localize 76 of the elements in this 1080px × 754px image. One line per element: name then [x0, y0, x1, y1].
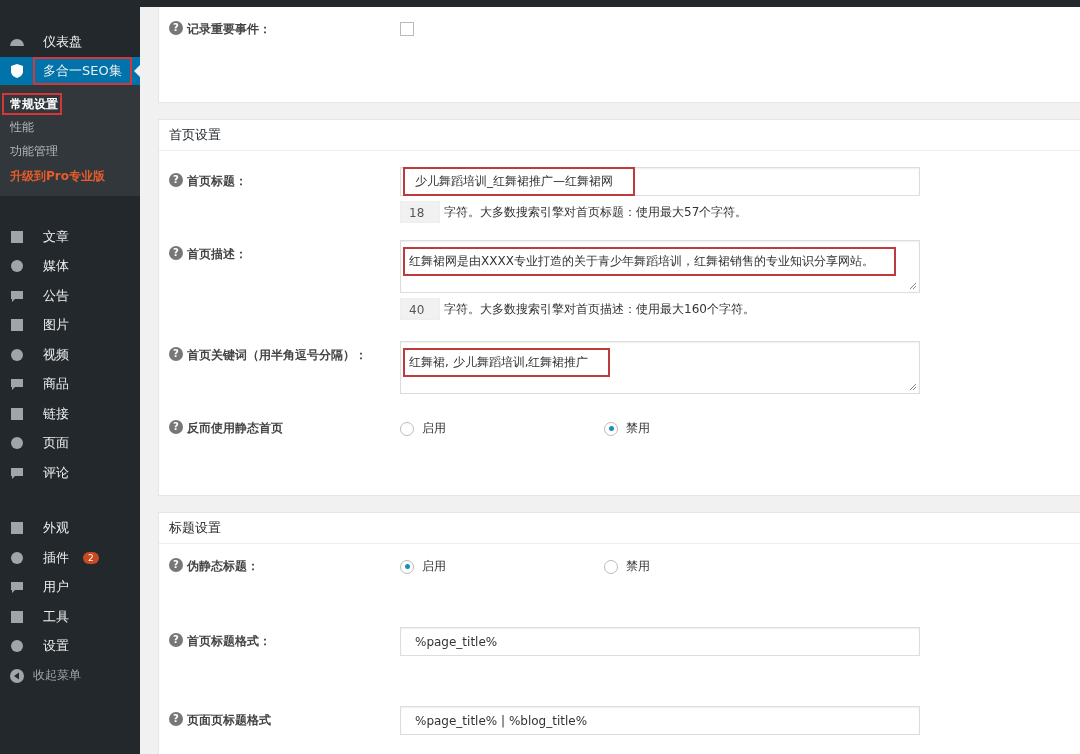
help-icon[interactable]: ? — [169, 633, 183, 647]
menu-label: 设置 — [42, 637, 70, 656]
menu-item[interactable]: 链接 — [0, 399, 140, 429]
menu-label: 工具 — [42, 607, 70, 626]
field-label: 页面页标题格式 — [187, 712, 271, 729]
menu-label: 视频 — [42, 345, 70, 364]
radio-option[interactable]: 启用 — [400, 420, 604, 437]
menu-item[interactable]: 仪表盘 — [0, 27, 140, 57]
radio-label: 禁用 — [626, 420, 650, 437]
menu-item[interactable]: 媒体 — [0, 251, 140, 281]
menu-item[interactable]: 公告 — [0, 281, 140, 311]
menu-label: 链接 — [42, 404, 70, 423]
field-label: 首页标题格式： — [187, 633, 271, 650]
menu-item[interactable]: 评论 — [0, 458, 140, 488]
menu-label: 页面 — [42, 434, 70, 453]
menu-item[interactable]: 文章 — [0, 222, 140, 252]
radio-option[interactable]: 禁用 — [604, 558, 808, 575]
menu-item[interactable]: 视频 — [0, 340, 140, 370]
menu-label: 媒体 — [42, 257, 70, 276]
help-icon[interactable]: ? — [169, 558, 183, 572]
menu-label: 外观 — [42, 519, 70, 538]
menu-item[interactable]: 设置 — [0, 631, 140, 661]
counter-note: 字符。大多数搜索引擎对首页标题：使用最大57个字符。 — [444, 203, 748, 221]
field-label: 首页描述： — [187, 246, 247, 263]
panel-title: 首页设置 — [159, 120, 1080, 151]
resize-grip-icon — [909, 282, 917, 290]
menu-label: 文章 — [42, 227, 70, 246]
collapse-menu-button[interactable]: 收起菜单 — [0, 661, 140, 691]
update-count-badge: 2 — [83, 551, 99, 564]
radio-label: 启用 — [422, 558, 446, 575]
character-count: 40 — [400, 298, 440, 320]
character-count: 18 — [400, 201, 440, 223]
field-label: 首页关键词（用半角逗号分隔）： — [187, 347, 367, 364]
textarea-field[interactable]: 红舞裙网是由XXXX专业打造的关于青少年舞蹈培训，红舞裙销售的专业知识分享网站。 — [400, 240, 920, 293]
radio-option[interactable]: 启用 — [400, 558, 604, 575]
menu-label: 图片 — [42, 316, 70, 335]
help-icon[interactable]: ? — [169, 21, 183, 35]
menu-label: 多合一SEO集 — [33, 56, 132, 85]
menu-item[interactable]: 商品 — [0, 369, 140, 399]
counter-note: 字符。大多数搜索引擎对首页描述：使用最大160个字符。 — [444, 300, 755, 318]
textarea-field[interactable]: 红舞裙, 少儿舞蹈培训,红舞裙推广 — [400, 341, 920, 394]
panel-title: 标题设置 — [159, 513, 1080, 544]
menu-label: 仪表盘 — [42, 32, 83, 51]
menu-item[interactable]: 多合一SEO集 — [0, 56, 140, 85]
field-label: 反而使用静态首页 — [187, 420, 283, 437]
menu-item[interactable]: 图片 — [0, 310, 140, 340]
field-label: 记录重要事件： — [187, 21, 271, 38]
text-field[interactable]: %page_title% | %blog_title% — [400, 706, 920, 735]
menu-label: 公告 — [42, 286, 70, 305]
submenu-item[interactable]: 性能 — [0, 114, 140, 139]
menu-item[interactable]: 用户 — [0, 572, 140, 602]
menu-label: 商品 — [42, 375, 70, 394]
submenu-item[interactable]: 功能管理 — [0, 139, 140, 164]
submenu-item[interactable]: 常规设置 — [2, 92, 62, 115]
radio-option[interactable]: 禁用 — [604, 420, 808, 437]
help-icon[interactable]: ? — [169, 246, 183, 260]
menu-label: 用户 — [42, 578, 70, 597]
shield-icon — [9, 62, 25, 79]
menu-label: 插件 — [42, 548, 70, 567]
radio-label: 禁用 — [626, 558, 650, 575]
text-field[interactable]: 少儿舞蹈培训_红舞裙推广—红舞裙网 — [400, 167, 920, 196]
help-icon[interactable]: ? — [169, 420, 183, 434]
checkbox[interactable] — [400, 22, 414, 36]
field-label: 伪静态标题： — [187, 558, 259, 575]
menu-item[interactable]: 外观 — [0, 513, 140, 543]
menu-item[interactable]: 页面 — [0, 428, 140, 458]
help-icon[interactable]: ? — [169, 347, 183, 361]
text-field[interactable]: %page_title% — [400, 627, 920, 656]
radio-label: 启用 — [422, 420, 446, 437]
help-icon[interactable]: ? — [169, 173, 183, 187]
help-icon[interactable]: ? — [169, 712, 183, 726]
resize-grip-icon — [909, 383, 917, 391]
menu-label: 评论 — [42, 463, 70, 482]
field-label: 首页标题： — [187, 173, 247, 190]
menu-item[interactable]: 插件 2 — [0, 543, 140, 573]
menu-item[interactable]: 工具 — [0, 602, 140, 632]
